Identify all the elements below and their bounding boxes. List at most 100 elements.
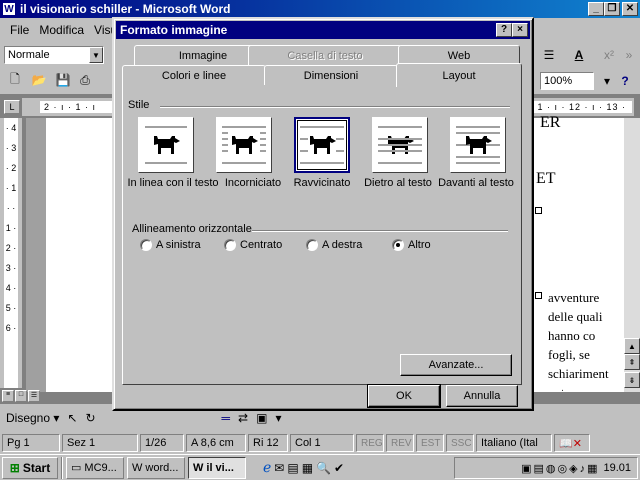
print-icon[interactable]: ⎙	[76, 71, 94, 89]
line-style-icon[interactable]: ═	[222, 411, 231, 425]
advanced-button[interactable]: Avanzate...	[400, 354, 512, 376]
ruler-right-text: 1 · ı · 12 · ı · 13 ·	[537, 102, 626, 112]
align-icon[interactable]: ☰	[540, 46, 558, 64]
chevron-down-icon[interactable]: ▾	[275, 411, 281, 425]
ok-button[interactable]: OK	[367, 384, 441, 408]
font-color-icon[interactable]: A	[570, 46, 588, 64]
select-arrow-icon[interactable]: ↖	[67, 411, 77, 425]
zoom-combo[interactable]: 100%	[540, 72, 594, 90]
previous-page-icon[interactable]: ⇞	[624, 354, 640, 370]
taskbar-divider	[61, 456, 63, 479]
status-column: Col 1	[290, 434, 354, 452]
tab-web[interactable]: Web	[398, 45, 520, 65]
start-button[interactable]: ⊞ Start	[2, 456, 58, 479]
status-page-count: 1/26	[140, 434, 184, 452]
shadow-icon[interactable]: ▣	[256, 411, 267, 425]
app-title-bar: W il visionario schiller - Microsoft Wor…	[0, 0, 640, 18]
tab-stop-icon[interactable]: L	[4, 100, 20, 114]
minimize-button[interactable]: _	[588, 2, 604, 16]
dialog-title-bar: Formato immagine ? ×	[116, 21, 530, 39]
open-folder-icon[interactable]: 📂	[30, 71, 48, 89]
superscript-icon[interactable]: x²	[600, 46, 618, 64]
scroll-up-icon[interactable]: ▲	[624, 338, 640, 354]
vertical-scrollbar[interactable]: ▲ ⇞ ⇟	[624, 118, 640, 392]
wrap-tight-label: Ravvicinato	[293, 177, 351, 189]
cancel-button[interactable]: Annulla	[446, 385, 518, 407]
next-page-icon[interactable]: ⇟	[624, 372, 640, 388]
status-language: Italiano (Ital	[476, 434, 552, 452]
radio-circle[interactable]	[306, 239, 318, 251]
restore-button[interactable]: ❐	[604, 2, 620, 16]
task-button[interactable]: ▭ MC9...	[66, 456, 124, 479]
radio-circle[interactable]	[224, 239, 236, 251]
wrap-tight-icon	[300, 126, 344, 164]
status-rec[interactable]: REG	[356, 434, 384, 452]
menu-modifica[interactable]: Modifica	[39, 23, 84, 37]
window-title: il visionario schiller - Microsoft Word	[20, 2, 231, 16]
internet-explorer-icon[interactable]: ℯ	[263, 459, 271, 476]
radio-circle-selected[interactable]	[392, 239, 404, 251]
wrap-in-front-button[interactable]	[450, 117, 506, 173]
task-label: MC9...	[84, 461, 117, 474]
help-icon[interactable]: ?	[616, 72, 634, 90]
tray-icons[interactable]: ▣▤◍◎◈♪▦	[521, 462, 599, 475]
wrap-behind-button[interactable]	[372, 117, 428, 173]
arrow-style-icon[interactable]: ⇄	[238, 411, 248, 425]
status-ovr[interactable]: SSC	[446, 434, 474, 452]
style-group-label: Stile	[128, 99, 150, 111]
style-combo[interactable]: Normale ▼	[4, 46, 104, 64]
align-right-label: A destra	[322, 239, 363, 251]
chevron-down-icon[interactable]: ▼	[89, 47, 103, 63]
align-center-radio[interactable]: Centrato	[224, 239, 282, 251]
outlook-icon[interactable]: ✉	[274, 461, 284, 475]
status-ext[interactable]: EST	[416, 434, 444, 452]
task-label: word...	[145, 461, 179, 474]
channels-icon[interactable]: ▦	[302, 461, 313, 475]
rotate-icon[interactable]: ↻	[85, 411, 95, 425]
outline-view-icon[interactable]: ☰	[28, 390, 40, 402]
spelling-status-icon[interactable]: 📖✕	[554, 434, 590, 452]
save-icon[interactable]: 💾	[54, 71, 72, 89]
radio-circle[interactable]	[140, 239, 152, 251]
selection-handle[interactable]	[535, 207, 542, 214]
tab-colori-e-linee[interactable]: Colori e linee	[122, 65, 266, 85]
align-other-radio[interactable]: Altro	[392, 239, 431, 251]
status-rev[interactable]: REV	[386, 434, 414, 452]
group-divider	[160, 106, 510, 108]
menu-file[interactable]: File	[10, 23, 29, 37]
tab-layout[interactable]: Layout	[396, 63, 522, 87]
system-tray: ▣▤◍◎◈♪▦ 19.01	[454, 457, 638, 479]
more-icon[interactable]: »	[620, 46, 638, 64]
new-document-icon[interactable]: 🗋	[6, 71, 24, 89]
wrap-square-button[interactable]	[216, 117, 272, 173]
start-label: Start	[22, 460, 51, 475]
tab-casella-di-testo: Casella di testo	[248, 45, 402, 65]
tab-dimensioni[interactable]: Dimensioni	[264, 65, 398, 85]
draw-menu-button[interactable]: Disegno ▾	[6, 411, 59, 425]
align-left-radio[interactable]: A sinistra	[140, 239, 201, 251]
vertical-ruler: · 4 · 3 · 2 · 1 · · 1 · 2 · 3 · 4 · 5 · …	[0, 118, 22, 388]
task-button-active[interactable]: W il vi...	[188, 456, 246, 479]
find-icon[interactable]: 🔍	[316, 461, 331, 475]
close-button[interactable]: ✕	[622, 2, 638, 16]
normal-view-icon[interactable]: ≡	[2, 390, 14, 402]
selection-handle[interactable]	[535, 292, 542, 299]
heading-fragment-1: ER	[540, 114, 561, 131]
tasks-icon[interactable]: ✔	[334, 461, 344, 475]
task-button[interactable]: W word...	[127, 456, 185, 479]
view-buttons: ≡ □ ☰	[2, 390, 42, 402]
dialog-close-button[interactable]: ×	[512, 23, 528, 37]
wrap-inline-label: In linea con il testo	[127, 177, 219, 189]
wrap-inline-button[interactable]	[138, 117, 194, 173]
vertical-ruler-scale: · 4 · 3 · 2 · 1 · · 1 · 2 · 3 · 4 · 5 · …	[4, 118, 18, 388]
wrap-tight-button[interactable]	[294, 117, 350, 173]
layout-view-icon[interactable]: □	[15, 390, 27, 402]
zoom-dropdown-icon[interactable]: ▾	[598, 72, 616, 90]
word-icon: W	[193, 461, 204, 474]
status-section: Sez 1	[62, 434, 138, 452]
word-app-icon[interactable]: W	[2, 2, 16, 16]
desktop-icon[interactable]: ▤	[287, 461, 298, 475]
dialog-help-button[interactable]: ?	[496, 23, 512, 37]
align-right-radio[interactable]: A destra	[306, 239, 362, 251]
tray-clock: 19.01	[603, 462, 631, 474]
